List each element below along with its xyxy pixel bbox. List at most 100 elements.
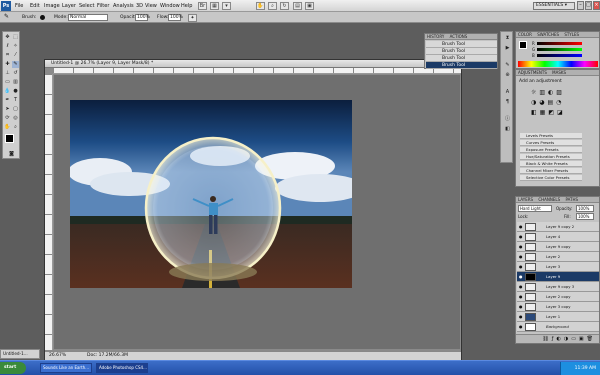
bridge-icon[interactable]: Br (198, 2, 207, 10)
shape-tool-icon[interactable]: ▢ (12, 106, 19, 113)
zoom-tool-icon[interactable]: ⌕ (12, 124, 19, 131)
path-select-icon[interactable]: ➤ (4, 106, 11, 113)
layer-opacity-input[interactable]: 100% (576, 205, 594, 212)
layer-row[interactable]: ● Layer 3 copy (517, 302, 599, 312)
healing-brush-icon[interactable]: ✚ (4, 61, 11, 68)
hand-tool-icon[interactable]: ✋ (256, 2, 265, 10)
layer-row[interactable]: ● Layer 2 copy (517, 292, 599, 302)
start-button[interactable]: start (0, 362, 26, 374)
eraser-icon[interactable]: ▭ (4, 79, 11, 86)
eye-icon[interactable]: ● (519, 285, 523, 289)
history-item[interactable]: Brush Tool (426, 55, 497, 62)
arrange-documents-icon[interactable]: ▤ (293, 2, 302, 10)
workspace-switcher[interactable]: ESSENTIALS ▾ (533, 2, 575, 10)
flow-input[interactable]: 100% (168, 14, 183, 21)
layer-row[interactable]: ● Layer 2 (517, 252, 599, 262)
history-item[interactable]: Brush Tool (426, 48, 497, 55)
layer-row[interactable]: ● Layer 4 (517, 232, 599, 242)
tab-channels[interactable]: CHANNELS (538, 197, 560, 202)
menu-analysis[interactable]: Analysis (113, 3, 134, 9)
tab-history[interactable]: HISTORY (427, 34, 444, 39)
menu-image[interactable]: Image (44, 3, 60, 9)
quick-mask-icon[interactable]: ◙ (8, 151, 15, 158)
foreground-color-swatch[interactable] (5, 134, 14, 143)
tab-styles[interactable]: STYLES (564, 32, 579, 37)
menu-help[interactable]: Help (181, 3, 192, 9)
brush-tool-icon[interactable]: ✎ (12, 61, 19, 68)
eye-icon[interactable]: ● (519, 295, 523, 299)
character-panel-icon[interactable]: A (504, 89, 511, 96)
mode-select[interactable]: Normal (68, 14, 108, 21)
blur-tool-icon[interactable]: 💧 (4, 88, 11, 95)
history-brush-icon[interactable]: ↺ (12, 70, 19, 77)
tab-paths[interactable]: PATHS (565, 197, 578, 202)
eye-icon[interactable]: ● (519, 225, 523, 229)
r-slider[interactable] (537, 42, 582, 45)
blend-mode-select[interactable]: Hard Light (518, 205, 552, 212)
layer-row[interactable]: ● Layer 9 copy 3 (517, 282, 599, 292)
taskbar-item-browser[interactable]: Sounds Like an Earth... (40, 363, 92, 373)
history-panel-icon[interactable]: ⧗ (504, 35, 511, 42)
eye-icon[interactable]: ● (519, 305, 523, 309)
restore-icon[interactable]: □ (585, 1, 592, 10)
hand-tool-icon[interactable]: ✋ (4, 124, 11, 131)
tab-layers[interactable]: LAYERS (518, 197, 533, 202)
eye-icon[interactable]: ● (519, 265, 523, 269)
brushes-panel-icon[interactable]: ✎ (504, 62, 511, 69)
layer-row[interactable]: ● Layer 9 copy (517, 242, 599, 252)
tab-swatches[interactable]: SWATCHES (537, 32, 559, 37)
paragraph-panel-icon[interactable]: ¶ (504, 99, 511, 106)
extras-icon[interactable]: ▦ (210, 2, 219, 10)
clone-source-icon[interactable]: ⊕ (504, 72, 511, 79)
actions-panel-icon[interactable]: ▶ (504, 45, 511, 52)
gradient-icon[interactable]: ▥ (12, 79, 19, 86)
zoom-level-icon[interactable]: ▾ (222, 2, 231, 10)
eye-icon[interactable]: ● (519, 275, 523, 279)
layer-row[interactable]: ● Background (517, 322, 599, 332)
color-spectrum-bar[interactable] (518, 61, 598, 67)
brush-preview-icon[interactable] (40, 15, 45, 20)
menu-filter[interactable]: Filter (97, 3, 109, 9)
minimized-document[interactable]: Untitled-1... (0, 349, 40, 359)
eye-icon[interactable]: ● (519, 315, 523, 319)
layer-row-selected[interactable]: ● Layer 9 (517, 272, 599, 282)
zoom-tool-icon[interactable]: ⌕ (268, 2, 277, 10)
preset-black-white[interactable]: Black & White Presets (520, 161, 582, 167)
canvas-image[interactable] (70, 100, 352, 288)
canvas-area[interactable] (54, 75, 460, 349)
airbrush-icon[interactable]: ✦ (188, 14, 197, 22)
eye-icon[interactable]: ● (519, 245, 523, 249)
rotate-view-icon[interactable]: ↻ (280, 2, 289, 10)
brush-tool-icon[interactable]: ✎ (4, 13, 9, 20)
menu-3d[interactable]: 3D (136, 3, 143, 9)
g-slider[interactable] (537, 48, 582, 51)
history-item[interactable]: Brush Tool (426, 41, 497, 48)
horizontal-ruler[interactable] (53, 68, 461, 74)
b-slider[interactable] (537, 54, 582, 57)
menu-edit[interactable]: Edit (30, 3, 40, 9)
tab-masks[interactable]: MASKS (552, 70, 566, 75)
fg-color-swatch[interactable] (519, 41, 527, 49)
menu-view[interactable]: View (145, 3, 157, 9)
close-icon[interactable]: × (593, 1, 600, 10)
menu-layer[interactable]: Layer (62, 3, 76, 9)
layer-row[interactable]: ● Layer 1 (517, 312, 599, 322)
fill-input[interactable]: 100% (576, 213, 594, 220)
preset-exposure[interactable]: Exposure Presets (520, 147, 582, 153)
menu-window[interactable]: Window (160, 3, 180, 9)
dodge-tool-icon[interactable]: ● (12, 88, 19, 95)
tab-color[interactable]: COLOR (518, 32, 532, 37)
navigator-panel-icon[interactable]: ◧ (504, 126, 511, 133)
3d-orbit-icon[interactable]: ◎ (12, 115, 19, 122)
marquee-tool-icon[interactable]: ⬚ (12, 34, 19, 41)
taskbar-item-photoshop[interactable]: Adobe Photoshop CS4... (96, 363, 148, 373)
layers-footer-buttons[interactable]: ⛓ƒ◐◑▭▣🗑 (516, 334, 599, 343)
preset-curves[interactable]: Curves Presets (520, 140, 582, 146)
minimize-icon[interactable]: – (577, 1, 584, 10)
document-title[interactable]: Untitled-1 @ 26.7% (Layer 9, Layer Mask/… (45, 60, 461, 68)
pen-tool-icon[interactable]: ✒ (4, 97, 11, 104)
3d-rotate-icon[interactable]: ⟳ (4, 115, 11, 122)
vertical-ruler[interactable] (45, 74, 53, 350)
preset-hue-saturation[interactable]: Hue/Saturation Presets (520, 154, 582, 160)
eye-icon[interactable]: ● (519, 255, 523, 259)
